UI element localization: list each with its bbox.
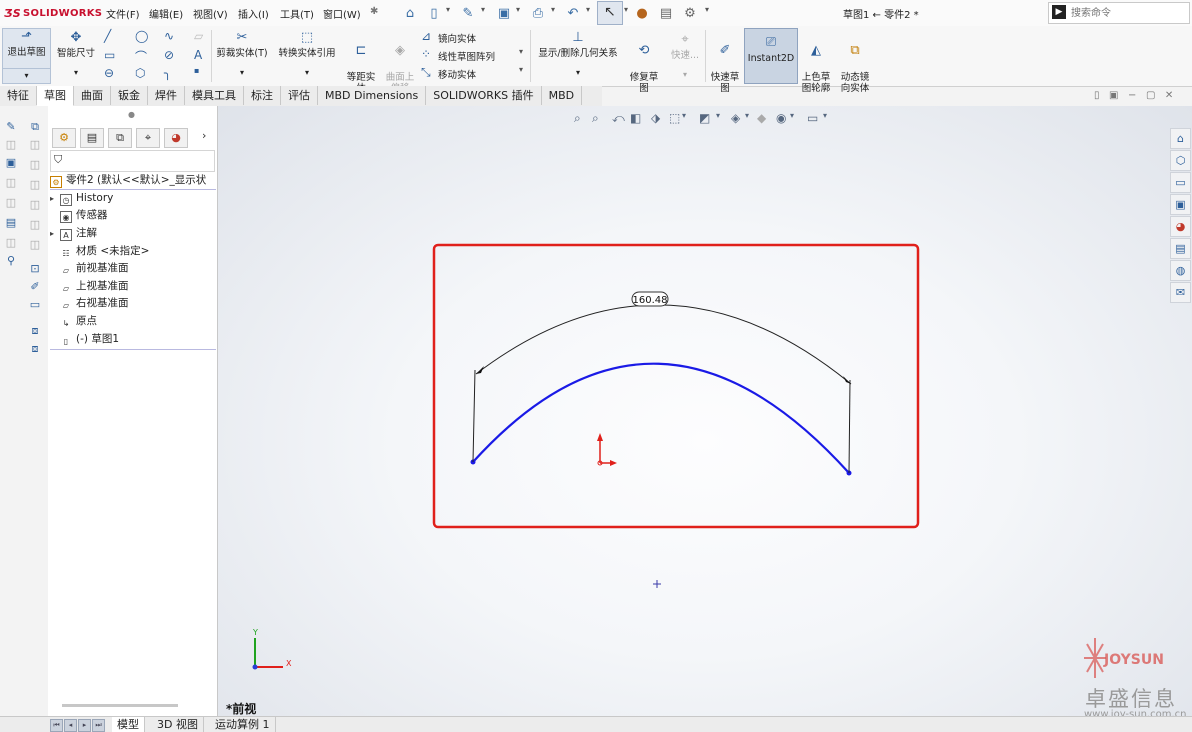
triad-z-axis [252, 664, 258, 670]
appearances-icon[interactable]: ◕ [1170, 216, 1191, 237]
origin-y-arrow [597, 433, 603, 441]
watermark-brand: JOYSUN [1104, 652, 1164, 668]
highlight-box [432, 243, 920, 529]
dimension-line [475, 304, 852, 385]
comments-icon[interactable]: ✉ [1170, 282, 1191, 303]
triad-y-label: Y [252, 628, 258, 637]
extension-line [848, 379, 851, 474]
prev-tab-icon[interactable]: ◂ [64, 719, 77, 732]
home-tab-icon[interactable]: ⌂ [1170, 128, 1191, 149]
file-explorer-icon[interactable]: ▣ [1170, 194, 1191, 215]
dimension-arrow [476, 366, 484, 374]
sketch-arc[interactable] [472, 362, 850, 474]
tab-3d-views[interactable]: 3D 视图 [152, 717, 204, 732]
origin-x-arrow [610, 460, 617, 466]
resources-tab-icon[interactable]: ⬡ [1170, 150, 1191, 171]
design-library-icon[interactable]: ▭ [1170, 172, 1191, 193]
triad-x-label: X [286, 659, 292, 668]
dimension-value[interactable]: 160.48 [633, 295, 668, 306]
next-tab-icon[interactable]: ▸ [78, 719, 91, 732]
view-name-label: *前视 [226, 702, 257, 716]
sketch-canvas: 160.48 Y X [252, 243, 920, 670]
task-pane: ⌂ ⬡ ▭ ▣ ◕ ▤ ◍ ✉ [1170, 128, 1191, 304]
tab-model[interactable]: 模型 [112, 717, 145, 732]
extension-line [472, 369, 476, 463]
first-tab-icon[interactable]: ⏮ [50, 719, 63, 732]
bottom-tab-bar: ⏮ ◂ ▸ ⏭ 模型 3D 视图 运动算例 1 [0, 716, 1192, 732]
solidworks-forum-icon[interactable]: ◍ [1170, 260, 1191, 281]
last-tab-icon[interactable]: ⏭ [92, 719, 105, 732]
custom-properties-icon[interactable]: ▤ [1170, 238, 1191, 259]
tab-motion-study[interactable]: 运动算例 1 [210, 717, 276, 732]
